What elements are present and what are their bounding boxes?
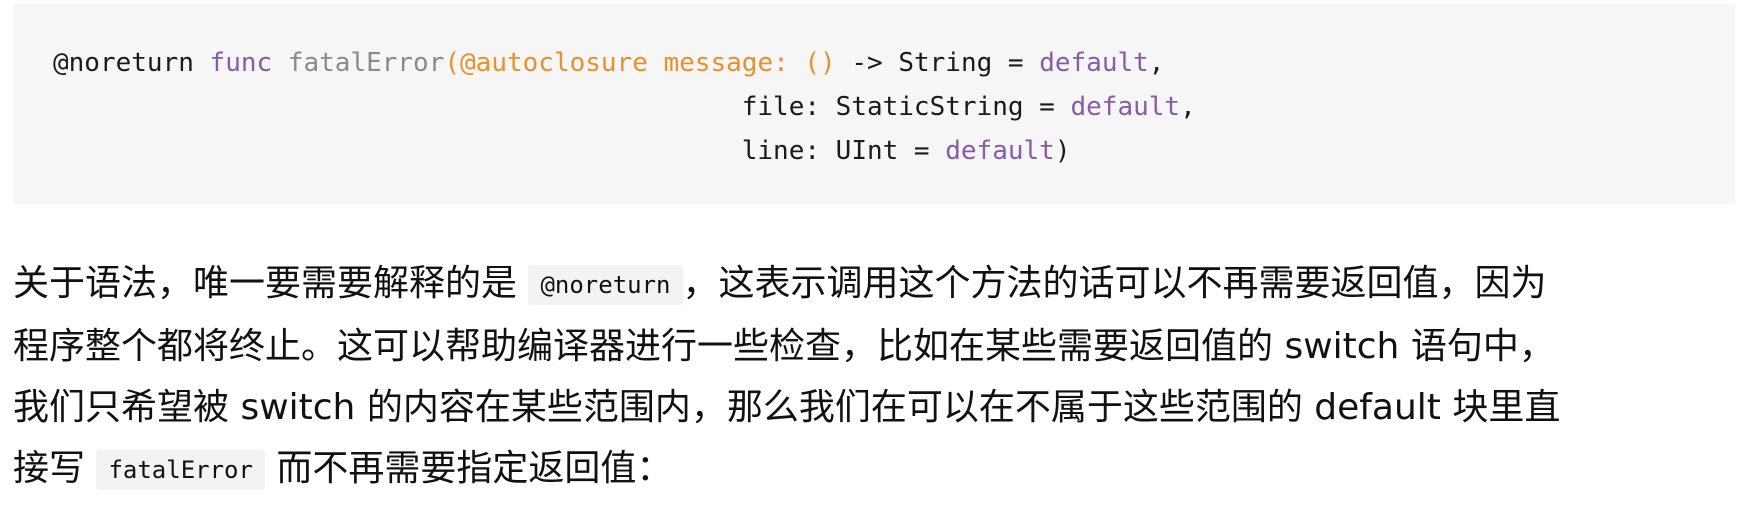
code-punctuation: ) (1054, 136, 1071, 166)
paragraph-line-3: 我们只希望被 switch 的内容在某些范围内，那么我们在可以在不属于这些范围的… (13, 387, 1561, 428)
paragraph-line-1: 关于语法，唯一要需要解释的是 @noreturn ，这表示调用这个方法的话可以不再… (13, 253, 1735, 316)
code-attribute: @noreturn (53, 48, 194, 78)
paragraph-text: 接写 (13, 448, 97, 489)
code-default-keyword: default (945, 136, 1055, 166)
code-function-name: fatalError (287, 48, 445, 78)
code-punctuation: , (1180, 92, 1196, 122)
inline-code-fatalerror: fatalError (96, 450, 265, 490)
code-line-2: file: StaticString = default, (53, 85, 1735, 129)
code-default-keyword: default (1070, 92, 1181, 122)
paragraph-text: ，这表示调用这个方法的话可以不再需要返回值，因为 (682, 263, 1547, 304)
code-block: @noreturn func fatalError(@autoclosure m… (13, 4, 1735, 204)
body-paragraph: 关于语法，唯一要需要解释的是 @noreturn ，这表示调用这个方法的话可以不再… (13, 253, 1735, 501)
code-parameter: (@autoclosure message: () (444, 48, 836, 78)
code-punctuation: , (1148, 48, 1165, 78)
code-default-keyword: default (1039, 48, 1149, 78)
paragraph-line-2: 程序整个都将终止。这可以帮助编译器进行一些检查，比如在某些需要返回值的 swit… (13, 326, 1555, 367)
paragraph-line-4: 接写 fatalError 而不再需要指定返回值： (13, 438, 1735, 501)
code-keyword: func (209, 48, 273, 78)
code-return-type: -> String = (835, 48, 1040, 78)
paragraph-text: 而不再需要指定返回值： (264, 448, 673, 489)
paragraph-text: 关于语法，唯一要需要解释的是 (13, 263, 529, 304)
code-line-3: line: UInt = default) (53, 129, 1735, 173)
code-line-1: @noreturn func fatalError(@autoclosure m… (53, 41, 1735, 85)
inline-code-noreturn: @noreturn (528, 265, 683, 305)
code-parameter-line: line: UInt = (741, 136, 946, 166)
code-parameter-file: file: StaticString = (741, 92, 1071, 122)
